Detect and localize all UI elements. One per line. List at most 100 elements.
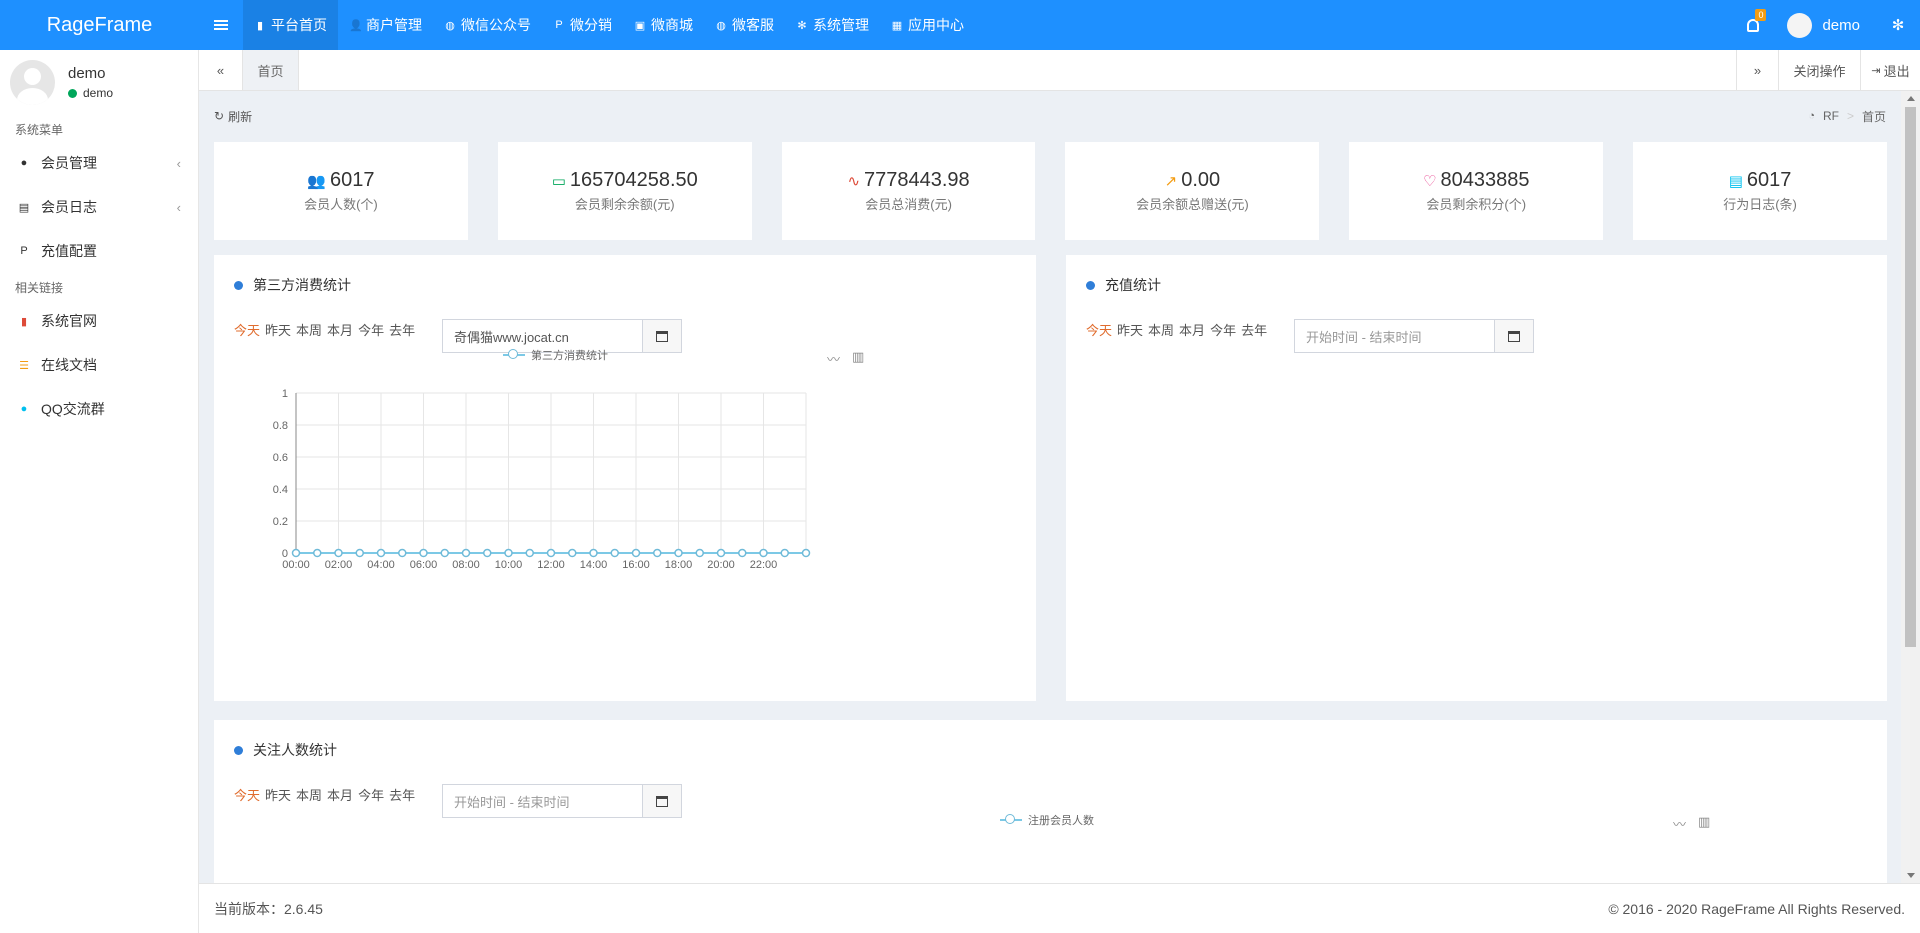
breadcrumb-root[interactable]: RF — [1823, 109, 1839, 123]
date-filter-1[interactable]: 昨天 — [1117, 320, 1143, 339]
breadcrumb-current: 首页 — [1861, 109, 1886, 124]
settings-button[interactable]: ✻ — [1876, 0, 1920, 50]
main-content: ↻ 刷新 ◔ RF > 首页 👥 6017 会员人数(个) ▭ 165704258.50 会… — [199, 91, 1901, 883]
date-filter-4[interactable]: 今年 — [358, 785, 384, 804]
x-tick-label: 04:00 — [367, 559, 395, 571]
brand-logo[interactable]: RageFrame — [0, 14, 199, 37]
x-tick-label: 18:00 — [665, 559, 693, 571]
sidebar-item-label: QQ交流群 — [41, 401, 105, 417]
bar-chart-icon[interactable]: ▥ — [1698, 814, 1710, 833]
date-range-placeholder[interactable]: 开始时间 - 结束时间 — [443, 785, 642, 817]
stat-card: ▭ 165704258.50 会员剩余余额(元) — [497, 142, 752, 240]
date-filter-4[interactable]: 今年 — [358, 320, 384, 339]
sidebar-item-items2-2[interactable]: ● QQ交流群 — [0, 387, 198, 431]
chart-legend[interactable]: 第三方消费统计 — [503, 347, 608, 363]
date-range-input[interactable]: 开始时间 - 结束时间 — [1294, 319, 1534, 353]
topnav-item-label: 微客服 — [732, 17, 774, 33]
data-point — [334, 548, 343, 558]
sidebar-item-items1-2[interactable]: P 充值配置 — [0, 229, 198, 273]
sidebar-item-items1-0[interactable]: ● 会员管理 ‹ — [0, 141, 198, 185]
topnav-item-1[interactable]: 👤 商户管理 — [338, 0, 433, 50]
topnav-item-4[interactable]: ▣ 微商城 — [623, 0, 704, 50]
date-filter-1[interactable]: 昨天 — [265, 320, 291, 339]
topnav-item-2[interactable]: ◍ 微信公众号 — [433, 0, 542, 50]
date-filter-5[interactable]: 去年 — [1241, 320, 1267, 339]
wechat-icon: ◍ — [445, 19, 455, 32]
logout-label: 退出 — [1883, 63, 1910, 79]
date-filter-3[interactable]: 本月 — [327, 785, 353, 804]
followers-panel: 关注人数统计 今天 昨天 本周 本月 今年 去年 开始时间 - 结束时间 注册会员人数 〰… — [214, 720, 1887, 883]
stat-number: 6017 — [1746, 169, 1792, 191]
sidebar-item-items2-0[interactable]: ▮ 系统官网 — [0, 299, 198, 343]
logout-button[interactable]: ⇥ 退出 — [1860, 50, 1920, 90]
calendar-button[interactable] — [642, 320, 681, 352]
tab-home[interactable]: 首页 — [243, 50, 299, 90]
sidebar-item-icon: ● — [20, 403, 28, 415]
scroll-down-arrow-icon[interactable] — [1907, 873, 1915, 878]
menu-icon — [214, 24, 228, 26]
calendar-button[interactable] — [642, 785, 681, 817]
avatar — [10, 60, 55, 105]
date-range-placeholder[interactable]: 开始时间 - 结束时间 — [1295, 320, 1494, 352]
stat-label: 会员余额总赠送(元) — [1136, 197, 1249, 212]
tabs-scroll-right-button[interactable]: » — [1736, 50, 1778, 90]
data-point — [801, 548, 811, 558]
data-point — [759, 548, 768, 558]
calendar-icon — [656, 330, 668, 342]
avatar — [1787, 12, 1813, 38]
topnav-item-3[interactable]: P 微分销 — [542, 0, 623, 50]
tabs-scroll-left-button[interactable]: « — [199, 50, 243, 90]
date-filter-5[interactable]: 去年 — [389, 320, 415, 339]
line-chart-icon[interactable]: 〰 — [1673, 814, 1686, 833]
date-filter-1[interactable]: 昨天 — [265, 785, 291, 804]
chart-legend[interactable]: 注册会员人数 — [1000, 812, 1094, 828]
sidebar-item-icon: ▤ — [18, 201, 30, 214]
stat-card: ∿ 7778443.98 会员总消费(元) — [781, 142, 1036, 240]
calendar-button[interactable] — [1494, 320, 1533, 352]
data-point — [461, 548, 471, 558]
refresh-button[interactable]: ↻ 刷新 — [214, 108, 252, 125]
user-menu[interactable]: demo — [1773, 0, 1876, 50]
chart-toolbox: 〰 ▥ — [827, 349, 864, 368]
topnav-item-7[interactable]: ▦ 应用中心 — [880, 0, 975, 50]
content-scrollbar[interactable] — [1901, 91, 1920, 883]
data-point — [716, 548, 726, 558]
close-tabs-button[interactable]: 关闭操作 — [1778, 50, 1860, 90]
user-name: demo — [68, 65, 106, 82]
line-chart-icon[interactable]: 〰 — [827, 349, 840, 368]
date-filter-0[interactable]: 今天 — [234, 785, 260, 804]
topnav-item-5[interactable]: ◍ 微客服 — [704, 0, 785, 50]
data-point — [419, 548, 428, 558]
data-point — [313, 548, 322, 558]
date-filter-5[interactable]: 去年 — [389, 785, 415, 804]
topnav-item-6[interactable]: ✻ 系统管理 — [785, 0, 880, 50]
date-filter-3[interactable]: 本月 — [1179, 320, 1205, 339]
data-point — [653, 548, 662, 558]
data-point — [546, 548, 556, 558]
legend-label: 注册会员人数 — [1028, 815, 1094, 827]
notifications-button[interactable]: 0 — [1733, 0, 1773, 50]
data-point — [376, 548, 386, 558]
date-filter-4[interactable]: 今年 — [1210, 320, 1236, 339]
sidebar-item-items1-1[interactable]: ▤ 会员日志 ‹ — [0, 185, 198, 229]
date-filter-0[interactable]: 今天 — [234, 320, 260, 339]
date-filter-2[interactable]: 本周 — [296, 785, 322, 804]
date-range-input[interactable]: 开始时间 - 结束时间 — [442, 784, 682, 818]
date-filter-2[interactable]: 本周 — [1148, 320, 1174, 339]
sidebar-toggle-button[interactable] — [199, 0, 243, 50]
topnav-item-label: 微商城 — [651, 17, 693, 33]
scroll-up-arrow-icon[interactable] — [1907, 96, 1915, 101]
sidebar-section-header: 系统菜单 — [15, 123, 64, 137]
topnav-item-0[interactable]: ▮ 平台首页 — [243, 0, 338, 50]
date-filter-3[interactable]: 本月 — [327, 320, 353, 339]
x-tick-label: 06:00 — [410, 559, 438, 571]
bar-chart-icon[interactable]: ▥ — [852, 349, 864, 368]
scrollbar-thumb[interactable] — [1905, 107, 1916, 647]
sidebar-item-icon: ▮ — [20, 315, 28, 328]
date-filter-2[interactable]: 本周 — [296, 320, 322, 339]
bookmark-icon: ▮ — [256, 19, 264, 32]
date-filter-0[interactable]: 今天 — [1086, 320, 1112, 339]
panel-title: 关注人数统计 — [234, 740, 337, 760]
topnav-item-label: 平台首页 — [271, 17, 327, 33]
sidebar-item-items2-1[interactable]: ☰ 在线文档 — [0, 343, 198, 387]
